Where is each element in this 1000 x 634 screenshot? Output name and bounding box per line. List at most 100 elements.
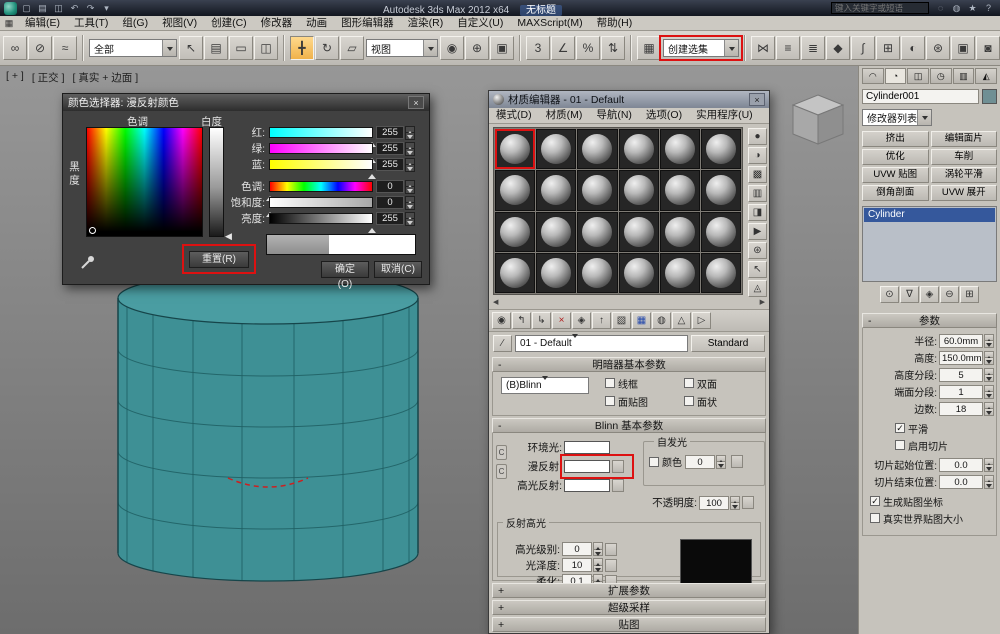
- specular-map-button[interactable]: [612, 479, 624, 492]
- align-icon[interactable]: ≡: [776, 36, 800, 60]
- color-slider-bar[interactable]: [269, 197, 373, 208]
- communication-center-icon[interactable]: ◍: [949, 2, 964, 15]
- viewport-general-menu[interactable]: [ + ]: [6, 70, 24, 85]
- go-to-parent-icon[interactable]: △: [672, 312, 691, 329]
- menu-item[interactable]: 帮助(H): [590, 16, 640, 31]
- close-icon[interactable]: ×: [749, 93, 765, 106]
- material-sample-slot[interactable]: [660, 170, 700, 210]
- modifier-button[interactable]: 车削: [931, 149, 998, 165]
- angle-snap-icon[interactable]: ∠: [551, 36, 575, 60]
- curve-editor-icon[interactable]: ∫: [851, 36, 875, 60]
- help-icon[interactable]: ?: [981, 2, 996, 15]
- sample-uv-tiling-icon[interactable]: ▥: [748, 185, 767, 202]
- material-sample-slot[interactable]: [577, 129, 617, 169]
- use-pivot-point-center-icon[interactable]: ◉: [440, 36, 464, 60]
- object-color-swatch[interactable]: [982, 89, 997, 104]
- material-sample-slot[interactable]: [495, 253, 535, 293]
- spinner[interactable]: [405, 158, 415, 172]
- lock-diffuse-specular-icon[interactable]: [496, 464, 507, 479]
- material-sample-slot[interactable]: [495, 129, 535, 169]
- menu-item[interactable]: 编辑(E): [18, 16, 67, 31]
- material-sample-slot[interactable]: [701, 212, 741, 252]
- select-object-icon[interactable]: ↖: [179, 36, 203, 60]
- rollout-header[interactable]: 扩展参数: [492, 583, 766, 598]
- checkbox[interactable]: 面贴图: [605, 394, 684, 408]
- modifier-button[interactable]: 编辑面片: [931, 131, 998, 147]
- select-and-rotate-icon[interactable]: ↻: [315, 36, 339, 60]
- parameter-value[interactable]: 18: [939, 401, 994, 416]
- material-sample-slot[interactable]: [701, 129, 741, 169]
- schematic-view-icon[interactable]: ⊞: [876, 36, 900, 60]
- select-by-name-icon[interactable]: ▤: [204, 36, 228, 60]
- menu-item[interactable]: 动画: [299, 16, 334, 31]
- viewcube[interactable]: [786, 92, 850, 150]
- material-sample-slot[interactable]: [536, 170, 576, 210]
- stack-item-cylinder[interactable]: Cylinder: [864, 208, 995, 222]
- new-scene-icon[interactable]: ▢: [19, 2, 34, 15]
- color-value-field[interactable]: 0: [376, 180, 404, 193]
- color-value-field[interactable]: 0: [376, 196, 404, 209]
- hue-saturation-field[interactable]: [86, 127, 203, 237]
- select-and-move-icon[interactable]: ╋: [290, 36, 314, 60]
- modifier-button[interactable]: 涡轮平滑: [931, 167, 998, 183]
- save-file-icon[interactable]: ◫: [51, 2, 66, 15]
- color-value-field[interactable]: 255: [376, 142, 404, 155]
- tab-motion[interactable]: ◷: [930, 68, 952, 84]
- rollout-header[interactable]: 超级采样: [492, 600, 766, 615]
- rollout-header[interactable]: 贴图: [492, 617, 766, 632]
- color-slider-bar[interactable]: [269, 213, 373, 224]
- menu-item[interactable]: 模式(D): [489, 108, 539, 123]
- material-sample-slot[interactable]: [701, 253, 741, 293]
- checkbox[interactable]: 双面: [684, 376, 763, 390]
- parameter-value[interactable]: 10: [562, 558, 603, 573]
- select-by-material-icon[interactable]: ↖: [748, 261, 767, 278]
- get-material-icon[interactable]: ◉: [492, 312, 511, 329]
- color-value-field[interactable]: 255: [376, 212, 404, 225]
- percent-snap-icon[interactable]: %: [576, 36, 600, 60]
- window-crossing-icon[interactable]: ◫: [254, 36, 278, 60]
- tab-display[interactable]: ▥: [953, 68, 975, 84]
- assign-material-to-selection-icon[interactable]: ↳: [532, 312, 551, 329]
- reference-coordinate-dropdown[interactable]: 视图: [366, 39, 438, 57]
- opacity-value[interactable]: 100: [699, 495, 740, 510]
- checkbox[interactable]: 线框: [605, 376, 684, 390]
- parameter-value[interactable]: 150.0mm: [939, 350, 994, 365]
- shader-type-dropdown[interactable]: (B)Blinn: [501, 377, 589, 394]
- material-sample-slot[interactable]: [536, 253, 576, 293]
- search-input[interactable]: [832, 3, 928, 13]
- show-end-result-icon[interactable]: ◍: [652, 312, 671, 329]
- map-button[interactable]: [605, 559, 617, 572]
- reset-button[interactable]: 重置(R): [189, 251, 249, 268]
- parameter-value[interactable]: 0: [562, 542, 603, 557]
- object-name-field[interactable]: [862, 89, 979, 104]
- scroll-right-icon[interactable]: ▶: [760, 298, 765, 307]
- ok-button[interactable]: 确定(O): [321, 261, 369, 278]
- color-slider-bar[interactable]: [269, 181, 373, 192]
- menu-item[interactable]: 材质(M): [539, 108, 590, 123]
- edit-named-selection-sets-icon[interactable]: ▦: [637, 36, 661, 60]
- diffuse-color-swatch[interactable]: [564, 460, 610, 473]
- spinner[interactable]: [984, 351, 994, 365]
- spinner[interactable]: [984, 402, 994, 416]
- cylinder-object[interactable]: [115, 268, 425, 598]
- go-forward-to-sibling-icon[interactable]: ▷: [692, 312, 711, 329]
- material-sample-slot[interactable]: [495, 170, 535, 210]
- tab-hierarchy[interactable]: ◫: [907, 68, 929, 84]
- material-type-button[interactable]: Standard: [691, 335, 765, 352]
- render-production-icon[interactable]: ◙: [976, 36, 1000, 60]
- spinner[interactable]: [405, 142, 415, 156]
- menu-item[interactable]: 导航(N): [589, 108, 639, 123]
- material-id-channel-icon[interactable]: ▧: [612, 312, 631, 329]
- material-map-navigator-icon[interactable]: ◬: [748, 280, 767, 297]
- cancel-button[interactable]: 取消(C): [374, 261, 422, 278]
- menu-item[interactable]: 修改器: [254, 16, 300, 31]
- spinner[interactable]: [984, 368, 994, 382]
- material-sample-slot[interactable]: [660, 253, 700, 293]
- material-sample-slot[interactable]: [619, 212, 659, 252]
- named-selection-sets-dropdown[interactable]: 创建选集: [663, 39, 739, 57]
- checkbox[interactable]: ✓ 生成贴图坐标: [870, 494, 994, 508]
- viewport-shading-menu[interactable]: [ 真实 + 边面 ]: [72, 70, 138, 85]
- ambient-color-swatch[interactable]: [564, 441, 610, 454]
- spinner[interactable]: [593, 558, 603, 572]
- unlink-selection-icon[interactable]: ⊘: [28, 36, 52, 60]
